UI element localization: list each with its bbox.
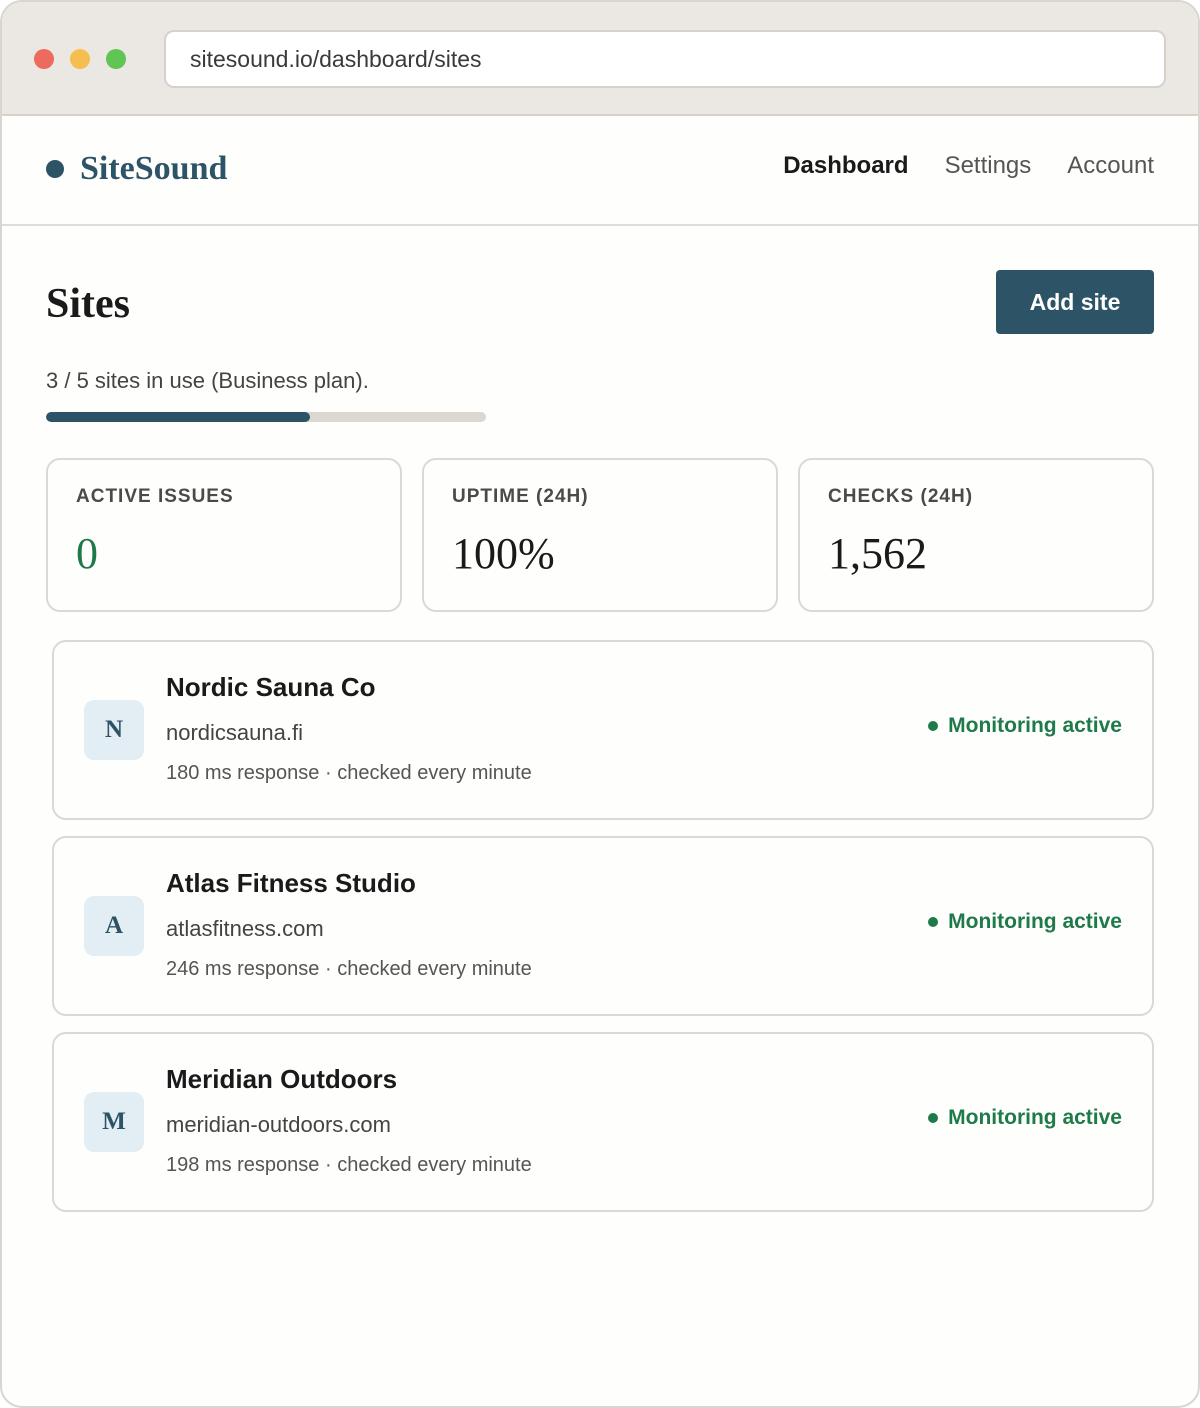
page-title: Sites <box>46 281 130 327</box>
maximize-window-button[interactable] <box>106 49 126 69</box>
top-nav: SiteSound Dashboard Settings Account <box>2 116 1198 226</box>
stat-card-checks: CHECKS (24H) 1,562 <box>798 458 1154 612</box>
address-bar[interactable]: sitesound.io/dashboard/sites <box>164 30 1166 88</box>
site-card[interactable]: M Meridian Outdoors meridian-outdoors.co… <box>52 1032 1154 1212</box>
brand-dot-icon <box>46 160 64 178</box>
site-avatar: A <box>84 896 144 956</box>
stats-row: ACTIVE ISSUES 0 UPTIME (24H) 100% CHECKS… <box>46 458 1154 612</box>
site-avatar: N <box>84 700 144 760</box>
nav-link-dashboard[interactable]: Dashboard <box>783 152 908 180</box>
stat-card-uptime: UPTIME (24H) 100% <box>422 458 778 612</box>
stat-value: 1,562 <box>828 529 927 578</box>
status-text: Monitoring active <box>948 910 1122 933</box>
brand-logo[interactable]: SiteSound <box>46 150 227 188</box>
site-list: N Nordic Sauna Co nordicsauna.fi 180 ms … <box>52 640 1154 1228</box>
status-text: Monitoring active <box>948 1106 1122 1129</box>
stat-label: ACTIVE ISSUES <box>76 486 234 507</box>
usage-text: 3 / 5 sites in use (Business plan). <box>46 368 369 393</box>
status-badge: Monitoring active <box>928 1106 1122 1130</box>
browser-chrome: sitesound.io/dashboard/sites <box>2 2 1198 116</box>
site-domain: nordicsauna.fi <box>166 720 303 745</box>
usage-progress-bar <box>46 412 486 422</box>
site-name[interactable]: Meridian Outdoors <box>166 1064 397 1095</box>
status-dot-icon <box>928 917 939 927</box>
site-domain: atlasfitness.com <box>166 916 324 941</box>
site-name[interactable]: Atlas Fitness Studio <box>166 868 416 899</box>
status-dot-icon <box>928 721 939 731</box>
site-name[interactable]: Nordic Sauna Co <box>166 672 375 703</box>
nav-links: Dashboard Settings Account <box>783 152 1154 180</box>
status-text: Monitoring active <box>948 714 1122 737</box>
site-meta: 246 ms response · checked every minute <box>166 958 532 980</box>
nav-link-account[interactable]: Account <box>1067 152 1154 180</box>
stat-value: 100% <box>452 529 555 578</box>
status-badge: Monitoring active <box>928 910 1122 934</box>
nav-link-settings[interactable]: Settings <box>945 152 1032 180</box>
browser-window: sitesound.io/dashboard/sites SiteSound D… <box>0 0 1200 1408</box>
status-dot-icon <box>928 1113 939 1123</box>
stat-card-active-issues: ACTIVE ISSUES 0 <box>46 458 402 612</box>
site-meta: 198 ms response · checked every minute <box>166 1154 532 1176</box>
stat-label: UPTIME (24H) <box>452 486 589 507</box>
status-badge: Monitoring active <box>928 714 1122 738</box>
site-meta: 180 ms response · checked every minute <box>166 762 532 784</box>
site-card[interactable]: A Atlas Fitness Studio atlasfitness.com … <box>52 836 1154 1016</box>
add-site-button[interactable]: Add site <box>996 270 1154 334</box>
close-window-button[interactable] <box>34 49 54 69</box>
site-avatar: M <box>84 1092 144 1152</box>
stat-value: 0 <box>76 529 98 578</box>
usage-progress-fill <box>46 412 310 422</box>
site-card[interactable]: N Nordic Sauna Co nordicsauna.fi 180 ms … <box>52 640 1154 820</box>
stat-label: CHECKS (24H) <box>828 486 974 507</box>
site-domain: meridian-outdoors.com <box>166 1112 391 1137</box>
minimize-window-button[interactable] <box>70 49 90 69</box>
brand-name: SiteSound <box>80 150 228 187</box>
